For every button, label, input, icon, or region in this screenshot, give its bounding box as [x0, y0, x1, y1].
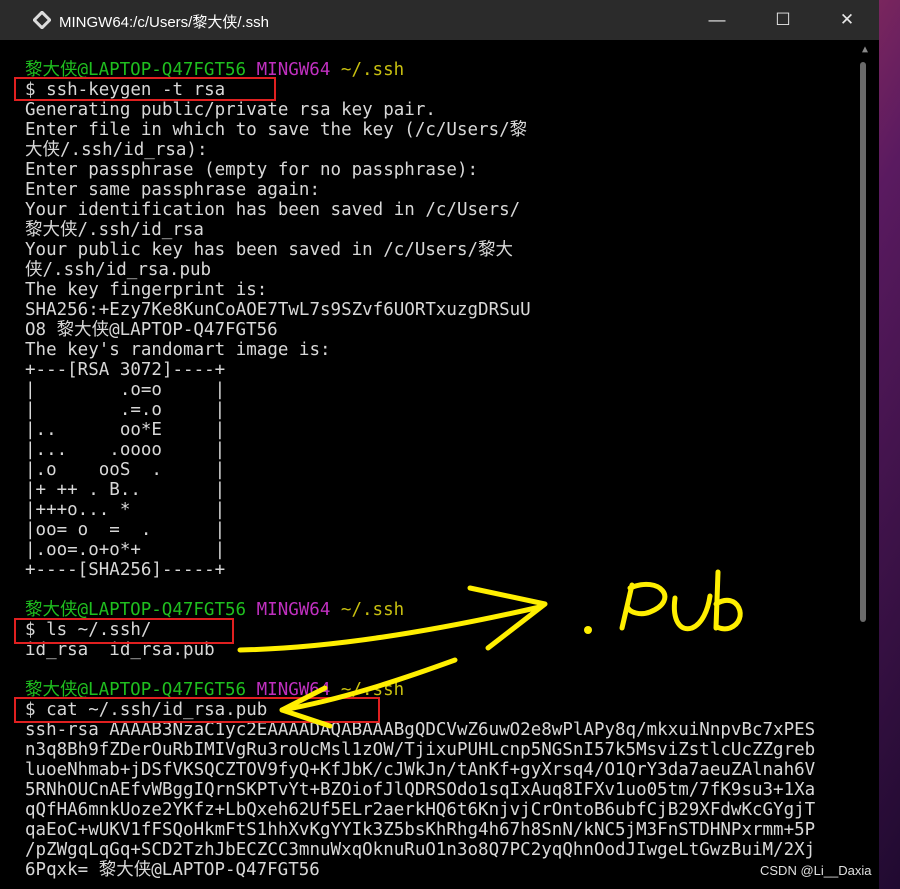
terminal-line: n3q8Bh9fZDerOuRbIMIVgRu3roUcMsl1zOW/Tjix… [25, 740, 855, 760]
terminal-line: 大侠/.ssh/id_rsa): [25, 140, 855, 160]
terminal-line: Generating public/private rsa key pair. [25, 100, 855, 120]
terminal-line: 6Pqxk= 黎大侠@LAPTOP-Q47FGT56 [25, 860, 855, 880]
terminal-line: |+++o... * | [25, 500, 855, 520]
terminal-line: ssh-rsa AAAAB3NzaC1yc2EAAAADAQABAAABgQDC… [25, 720, 855, 740]
terminal-text: | .o=o | [25, 380, 226, 400]
terminal-line: 黎大侠@LAPTOP-Q47FGT56 MINGW64 ~/.ssh [25, 600, 855, 620]
close-button[interactable]: ✕ [814, 0, 879, 40]
terminal-text: ~/.ssh [340, 600, 405, 620]
terminal-line: Enter same passphrase again: [25, 180, 855, 200]
terminal-line: 5RNhOUCnAEfvWBggIQrnSKPTvYt+BZOiofJlQDRS… [25, 780, 855, 800]
terminal-text: |... .oooo | [25, 440, 226, 460]
terminal-text: Enter file in which to save the key (/c/… [25, 120, 528, 140]
terminal-text: Enter passphrase (empty for no passphras… [25, 160, 479, 180]
terminal-text: ssh-rsa AAAAB3NzaC1yc2EAAAADAQABAAABgQDC… [25, 720, 816, 740]
highlight-box-ssh-keygen [14, 77, 276, 101]
terminal-text: +---[RSA 3072]----+ [25, 360, 226, 380]
terminal-line: luoeNhmab+jDSfVKSQCZTOV9fyQ+KfJbK/cJWkJn… [25, 760, 855, 780]
terminal-text: |.. oo*E | [25, 420, 226, 440]
terminal-text: SHA256:+Ezy7Ke8KunCoAOE7TwL7s9SZvf6UORTx… [25, 300, 531, 320]
terminal-line: |.. oo*E | [25, 420, 855, 440]
terminal-line: +----[SHA256]-----+ [25, 560, 855, 580]
terminal-line: |+ ++ . B.. | [25, 480, 855, 500]
terminal-text: Your identification has been saved in /c… [25, 200, 521, 220]
terminal-text: +----[SHA256]-----+ [25, 560, 226, 580]
minimize-button[interactable]: — [684, 0, 750, 40]
terminal-text: 侠/.ssh/id_rsa.pub [25, 260, 212, 280]
highlight-box-cat [14, 697, 380, 723]
terminal-line: qaEoC+wUKV1fFSQoHkmFtS1hhXvKgYYIk3Z5bsKh… [25, 820, 855, 840]
terminal-text: |oo= o = . | [25, 520, 226, 540]
terminal-line: +---[RSA 3072]----+ [25, 360, 855, 380]
terminal-line: |... .oooo | [25, 440, 855, 460]
terminal-text: n3q8Bh9fZDerOuRbIMIVgRu3roUcMsl1zOW/Tjix… [25, 740, 816, 760]
terminal-text: 5RNhOUCnAEfvWBggIQrnSKPTvYt+BZOiofJlQDRS… [25, 780, 816, 800]
terminal-line: The key fingerprint is: [25, 280, 855, 300]
terminal-line: |oo= o = . | [25, 520, 855, 540]
terminal-line: Enter file in which to save the key (/c/… [25, 120, 855, 140]
terminal-text: |+ ++ . B.. | [25, 480, 226, 500]
window-title: MINGW64:/c/Users/黎大侠/.ssh [59, 14, 270, 31]
scroll-up-arrow-icon[interactable]: ▲ [862, 44, 868, 55]
terminal-text: 6Pqxk= 黎大侠@LAPTOP-Q47FGT56 [25, 860, 320, 880]
terminal-line: O8 黎大侠@LAPTOP-Q47FGT56 [25, 320, 855, 340]
terminal-text: /pZWgqLqGq+SCD2TzhJbECZCC3mnuWxqOknuRuO1… [25, 840, 816, 860]
terminal-text: luoeNhmab+jDSfVKSQCZTOV9fyQ+KfJbK/cJWkJn… [25, 760, 816, 780]
terminal-text: Generating public/private rsa key pair. [25, 100, 436, 120]
terminal-text: O8 黎大侠@LAPTOP-Q47FGT56 [25, 320, 278, 340]
title-bar[interactable]: MINGW64:/c/Users/黎大侠/.ssh — ☐ ✕ [0, 0, 879, 40]
terminal-text: Enter same passphrase again: [25, 180, 321, 200]
terminal-text: 大侠/.ssh/id_rsa): [25, 140, 208, 160]
terminal-line: SHA256:+Ezy7Ke8KunCoAOE7TwL7s9SZvf6UORTx… [25, 300, 855, 320]
terminal-line: Your public key has been saved in /c/Use… [25, 240, 855, 260]
terminal-text: 黎大侠@LAPTOP-Q47FGT56 [25, 600, 257, 620]
terminal-text: |.oo=.o+o*+ | [25, 540, 226, 560]
terminal-line: |.oo=.o+o*+ | [25, 540, 855, 560]
terminal-text: | .=.o | [25, 400, 226, 420]
terminal-text: |.o ooS . | [25, 460, 226, 480]
highlight-box-ls [14, 618, 234, 644]
terminal-line: Your identification has been saved in /c… [25, 200, 855, 220]
scrollbar-thumb[interactable] [860, 62, 866, 622]
terminal-text: qQfHA6mnkUoze2YKfz+LbQxeh62Uf5ELr2aerkHQ… [25, 800, 816, 820]
terminal-line: |.o ooS . | [25, 460, 855, 480]
terminal-line: 黎大侠/.ssh/id_rsa [25, 220, 855, 240]
terminal-output[interactable]: 黎大侠@LAPTOP-Q47FGT56 MINGW64 ~/.ssh $ ssh-… [25, 60, 855, 880]
terminal-line: qQfHA6mnkUoze2YKfz+LbQxeh62Uf5ELr2aerkHQ… [25, 800, 855, 820]
maximize-button[interactable]: ☐ [750, 0, 816, 40]
watermark: CSDN @Li__Daxia [760, 863, 872, 878]
terminal-line: The key's randomart image is: [25, 340, 855, 360]
terminal-line: 侠/.ssh/id_rsa.pub [25, 260, 855, 280]
terminal-text: |+++o... * | [25, 500, 226, 520]
terminal-line: | .=.o | [25, 400, 855, 420]
terminal-line: Enter passphrase (empty for no passphras… [25, 160, 855, 180]
terminal-text: The key fingerprint is: [25, 280, 268, 300]
git-bash-icon [33, 11, 51, 29]
terminal-text: Your public key has been saved in /c/Use… [25, 240, 514, 260]
terminal-text: MINGW64 [256, 600, 341, 620]
scrollbar[interactable] [855, 40, 879, 889]
terminal-line: | .o=o | [25, 380, 855, 400]
terminal-text: ~/.ssh [340, 60, 405, 80]
terminal-window[interactable]: MINGW64:/c/Users/黎大侠/.ssh — ☐ ✕ 黎大侠@LAPT… [0, 0, 879, 889]
terminal-text: The key's randomart image is: [25, 340, 331, 360]
terminal-text: qaEoC+wUKV1fFSQoHkmFtS1hhXvKgYYIk3Z5bsKh… [25, 820, 816, 840]
terminal-line: /pZWgqLqGq+SCD2TzhJbECZCC3mnuWxqOknuRuO1… [25, 840, 855, 860]
terminal-text: 黎大侠/.ssh/id_rsa [25, 220, 204, 240]
